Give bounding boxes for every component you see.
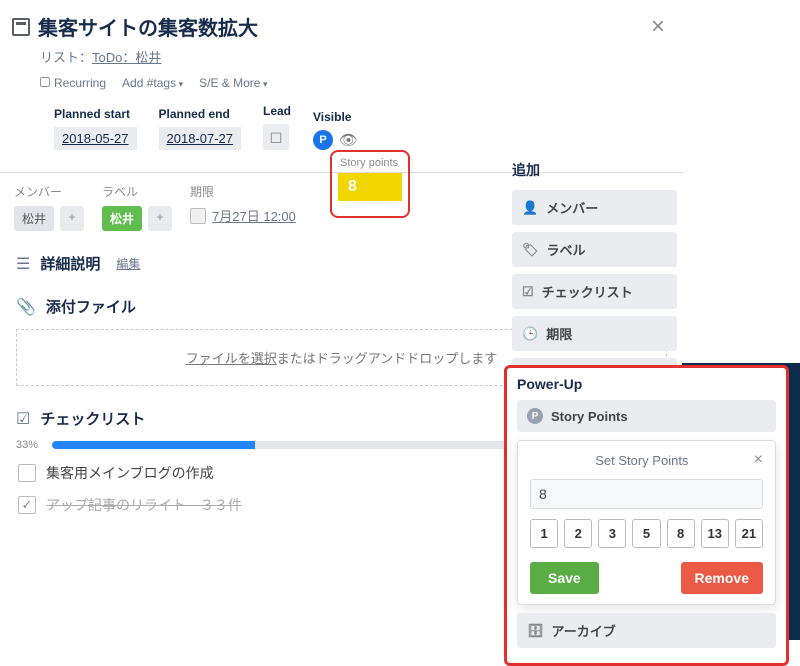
list-link[interactable]: ToDo：松井: [92, 50, 161, 65]
storypoints-input[interactable]: [530, 479, 763, 509]
powerup-highlight: Power-Up PStory Points Set Story Points×…: [504, 365, 789, 666]
due-checkbox[interactable]: [190, 208, 206, 224]
description-title: 詳細説明: [40, 253, 100, 274]
archive-icon: 🗄: [527, 623, 544, 639]
p-icon: P: [527, 408, 543, 424]
check-icon: ☑: [522, 284, 534, 300]
checklist-title: チェックリスト: [40, 408, 145, 429]
fib-option[interactable]: 5: [632, 519, 660, 548]
sidebar: 追加 👤メンバー 🏷ラベル ☑チェックリスト 🕒期限 📎添付ファイル: [512, 160, 677, 400]
visible-badge[interactable]: P: [313, 130, 333, 150]
add-tags[interactable]: Add #tags: [122, 76, 183, 90]
person-icon: 👤: [522, 200, 538, 216]
checkbox[interactable]: [18, 464, 36, 482]
edit-description[interactable]: 編集: [116, 255, 140, 272]
remove-button[interactable]: Remove: [681, 562, 763, 594]
clock-icon: 🕒: [522, 326, 538, 342]
sidebar-label[interactable]: 🏷ラベル: [512, 232, 677, 267]
fib-option[interactable]: 8: [667, 519, 695, 548]
checklist-icon: ☑: [16, 409, 30, 429]
description-icon: ☰: [16, 254, 30, 274]
fib-option[interactable]: 13: [701, 519, 729, 548]
label-chip[interactable]: 松井: [102, 206, 142, 231]
attachment-icon: 📎: [16, 297, 36, 317]
fib-option[interactable]: 3: [598, 519, 626, 548]
tag-icon: 🏷: [522, 242, 539, 258]
card-icon: [12, 18, 30, 36]
popup-title: Set Story Points: [530, 453, 754, 468]
sidebar-add-heading: 追加: [512, 160, 677, 180]
eye-icon[interactable]: 👁: [339, 131, 358, 149]
member-label: メンバー: [14, 183, 84, 200]
sp-label: Story points: [340, 157, 408, 169]
due-date[interactable]: 7月27日 12:00: [212, 206, 296, 225]
card-title: 集客サイトの集客数拡大: [38, 12, 258, 41]
fib-row: 1 2 3 5 8 13 21: [530, 519, 763, 548]
progress-pct: 33%: [16, 439, 44, 451]
sidebar-archive[interactable]: 🗄アーカイブ: [517, 613, 776, 648]
planned-start[interactable]: 2018-05-27: [54, 127, 137, 150]
se-more[interactable]: S/E & More: [199, 76, 267, 90]
member-chip[interactable]: 松井: [14, 206, 54, 231]
lead-picker[interactable]: ◻: [263, 124, 289, 150]
sidebar-due[interactable]: 🕒期限: [512, 316, 677, 351]
list-breadcrumb: リスト：ToDo：松井: [40, 47, 665, 66]
close-icon[interactable]: ×: [651, 13, 665, 41]
powerup-storypoints[interactable]: PStory Points: [517, 400, 776, 432]
label-label: ラベル: [102, 183, 172, 200]
planned-end[interactable]: 2018-07-27: [159, 127, 242, 150]
add-label[interactable]: +: [148, 206, 172, 231]
recurring-toggle[interactable]: Recurring: [40, 76, 106, 90]
visible-label: Visible: [313, 110, 358, 124]
sp-badge[interactable]: 8: [338, 173, 402, 201]
fib-option[interactable]: 21: [735, 519, 763, 548]
powerup-heading: Power-Up: [517, 376, 776, 392]
planned-end-label: Planned end: [159, 107, 242, 121]
lead-label: Lead: [263, 104, 291, 118]
checkbox[interactable]: ✓: [18, 496, 36, 514]
sidebar-member[interactable]: 👤メンバー: [512, 190, 677, 225]
planned-start-label: Planned start: [54, 107, 137, 121]
save-button[interactable]: Save: [530, 562, 599, 594]
attachment-title: 添付ファイル: [46, 296, 136, 317]
storypoints-popup: Set Story Points× 1 2 3 5 8 13 21 Save R…: [517, 440, 776, 605]
story-points-highlight: Story points 8: [330, 150, 410, 218]
fib-option[interactable]: 2: [564, 519, 592, 548]
due-label: 期限: [190, 183, 296, 200]
fib-option[interactable]: 1: [530, 519, 558, 548]
popup-close-icon[interactable]: ×: [754, 451, 763, 469]
sidebar-checklist[interactable]: ☑チェックリスト: [512, 274, 677, 309]
add-member[interactable]: +: [60, 206, 84, 231]
